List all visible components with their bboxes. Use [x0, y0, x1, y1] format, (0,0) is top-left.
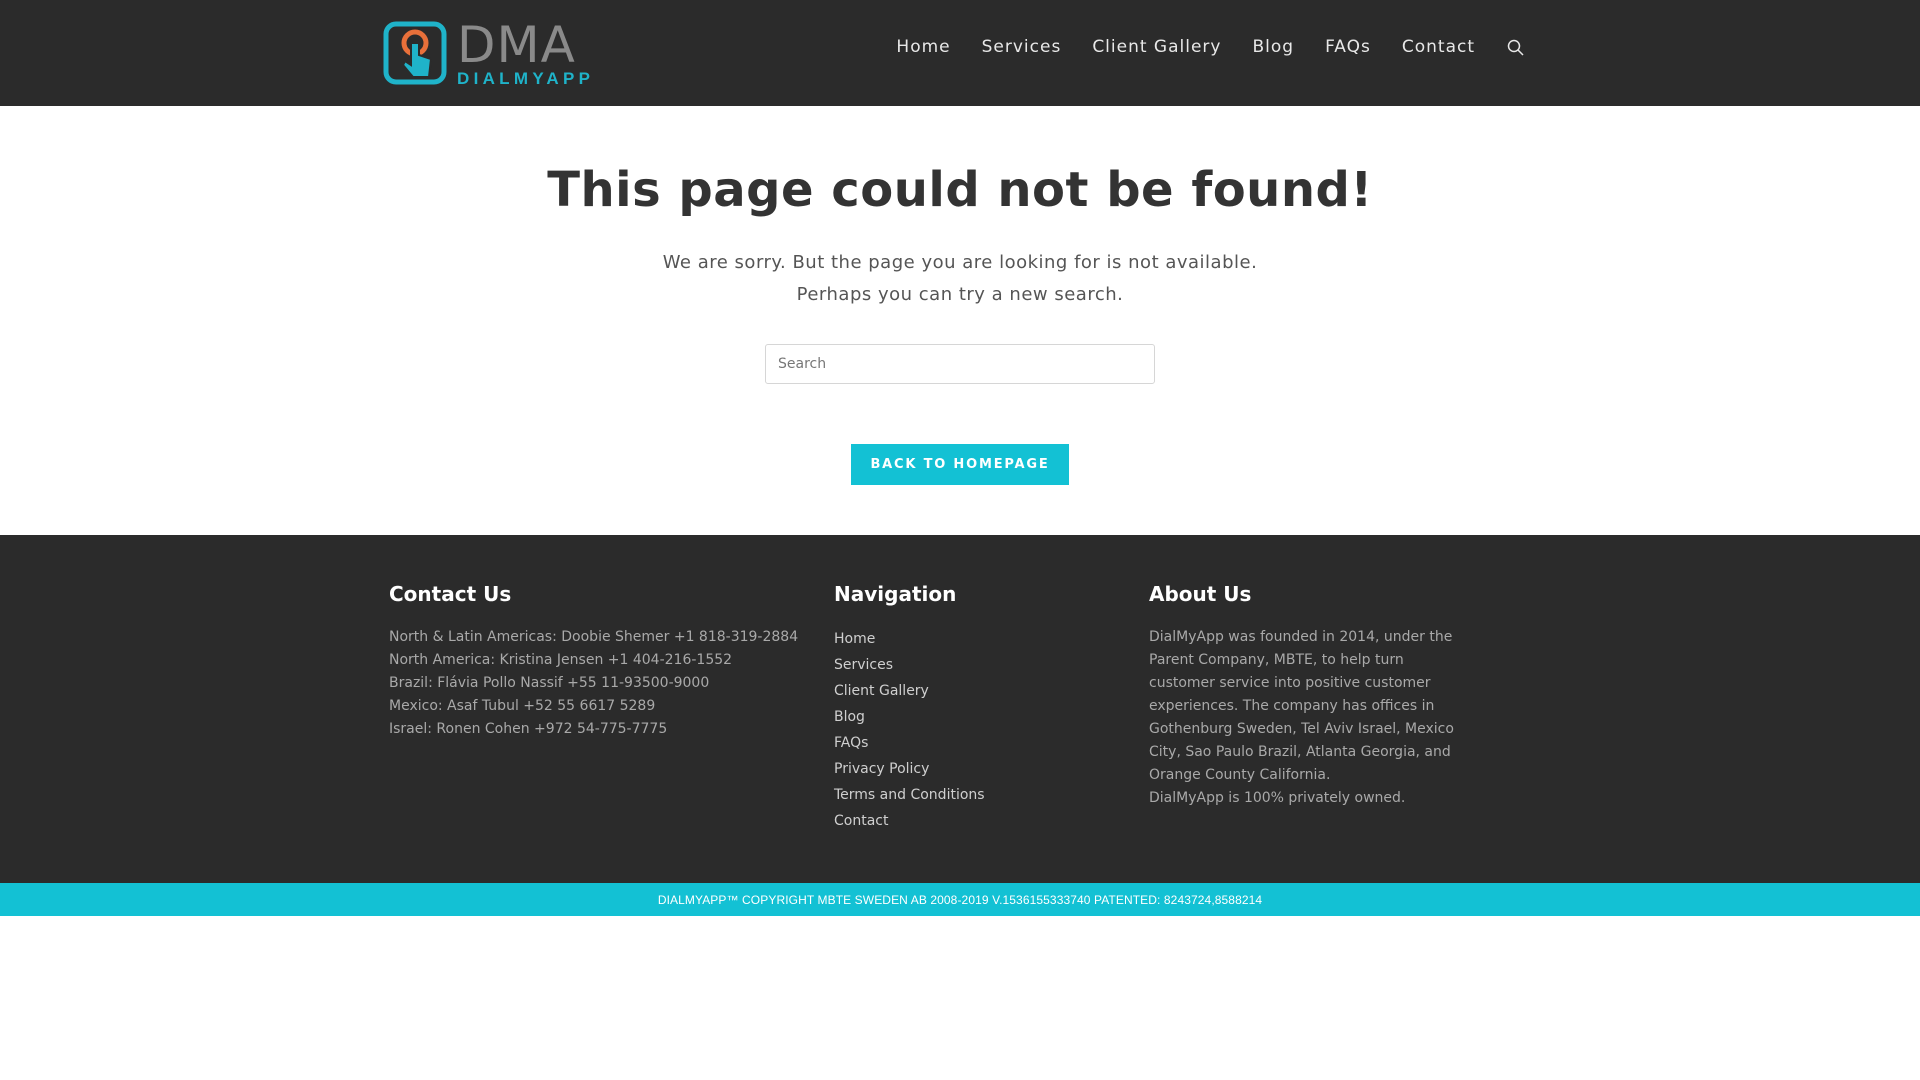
error-description: We are sorry. But the page you are looki…: [0, 247, 1920, 311]
footer-link-home[interactable]: Home: [834, 626, 1114, 652]
main-nav: Home Services Client Gallery Blog FAQs C…: [865, 30, 1525, 64]
footer-heading: Navigation: [834, 582, 957, 606]
logo-wordmark: DMA: [457, 15, 576, 74]
contact-line: Brazil: Flávia Pollo Nassif +55 11-93500…: [389, 675, 710, 691]
nav-blog[interactable]: Blog: [1252, 37, 1294, 57]
logo-hand-icon: [383, 21, 447, 85]
footer-contact-section: Contact Us North & Latin Americas: Doobi…: [389, 582, 809, 741]
error-description-line: We are sorry. But the page you are looki…: [662, 252, 1258, 273]
footer-link-privacy-policy[interactable]: Privacy Policy: [834, 756, 1114, 782]
logo-subtitle: DIALMYAPP: [457, 68, 595, 88]
footer-link-terms[interactable]: Terms and Conditions: [834, 782, 1114, 808]
contact-line: North America: Kristina Jensen +1 404-21…: [389, 652, 733, 668]
about-line: City, Sao Paulo Brazil, Atlanta Georgia,…: [1149, 744, 1451, 760]
footer-link-blog[interactable]: Blog: [834, 704, 1114, 730]
contact-line: Mexico: Asaf Tubul +52 55 6617 5289: [389, 698, 656, 714]
error-description-line: Perhaps you can try a new search.: [796, 284, 1124, 305]
nav-home[interactable]: Home: [896, 37, 950, 57]
about-line: experiences. The company has offices in: [1149, 698, 1435, 714]
copyright-bar: DIALMYAPP™ COPYRIGHT MBTE SWEDEN AB 2008…: [0, 883, 1920, 916]
logo[interactable]: DMA DIALMYAPP: [383, 20, 594, 87]
search-input[interactable]: [765, 344, 1155, 384]
back-to-homepage-button[interactable]: BACK TO HOMEPAGE: [851, 444, 1069, 485]
footer-heading: About Us: [1149, 582, 1252, 606]
footer: Contact Us North & Latin Americas: Doobi…: [0, 535, 1920, 883]
main-content: This page could not be found! We are sor…: [0, 106, 1920, 535]
nav-contact[interactable]: Contact: [1402, 37, 1475, 57]
nav-services[interactable]: Services: [982, 37, 1062, 57]
contact-line: North & Latin Americas: Doobie Shemer +1…: [389, 629, 799, 645]
nav-client-gallery[interactable]: Client Gallery: [1092, 37, 1221, 57]
site-header: DMA DIALMYAPP Home Services Client Galle…: [0, 0, 1920, 106]
copyright-text: DIALMYAPP™ COPYRIGHT MBTE SWEDEN AB 2008…: [657, 892, 1263, 907]
nav-faqs[interactable]: FAQs: [1325, 37, 1371, 57]
footer-link-faqs[interactable]: FAQs: [834, 730, 1114, 756]
footer-link-client-gallery[interactable]: Client Gallery: [834, 678, 1114, 704]
about-line: customer service into positive customer: [1149, 675, 1431, 691]
footer-navigation-section: Navigation Home Services Client Gallery …: [834, 582, 1114, 834]
about-line: Orange County California.: [1149, 767, 1331, 783]
page-title: This page could not be found!: [547, 162, 1373, 218]
about-line: DialMyApp was founded in 2014, under the: [1149, 629, 1453, 645]
search-icon[interactable]: [1505, 37, 1525, 57]
logo-text: DMA DIALMYAPP: [457, 20, 594, 87]
footer-link-contact[interactable]: Contact: [834, 808, 1114, 834]
footer-heading: Contact Us: [389, 582, 512, 606]
about-line: DialMyApp is 100% privately owned.: [1149, 790, 1406, 806]
about-line: Gothenburg Sweden, Tel Aviv Israel, Mexi…: [1149, 721, 1454, 737]
contact-line: Israel: Ronen Cohen +972 54-775-7775: [389, 721, 668, 737]
about-line: Parent Company, MBTE, to help turn: [1149, 652, 1404, 668]
footer-about-section: About Us DialMyApp was founded in 2014, …: [1149, 582, 1459, 810]
footer-link-services[interactable]: Services: [834, 652, 1114, 678]
